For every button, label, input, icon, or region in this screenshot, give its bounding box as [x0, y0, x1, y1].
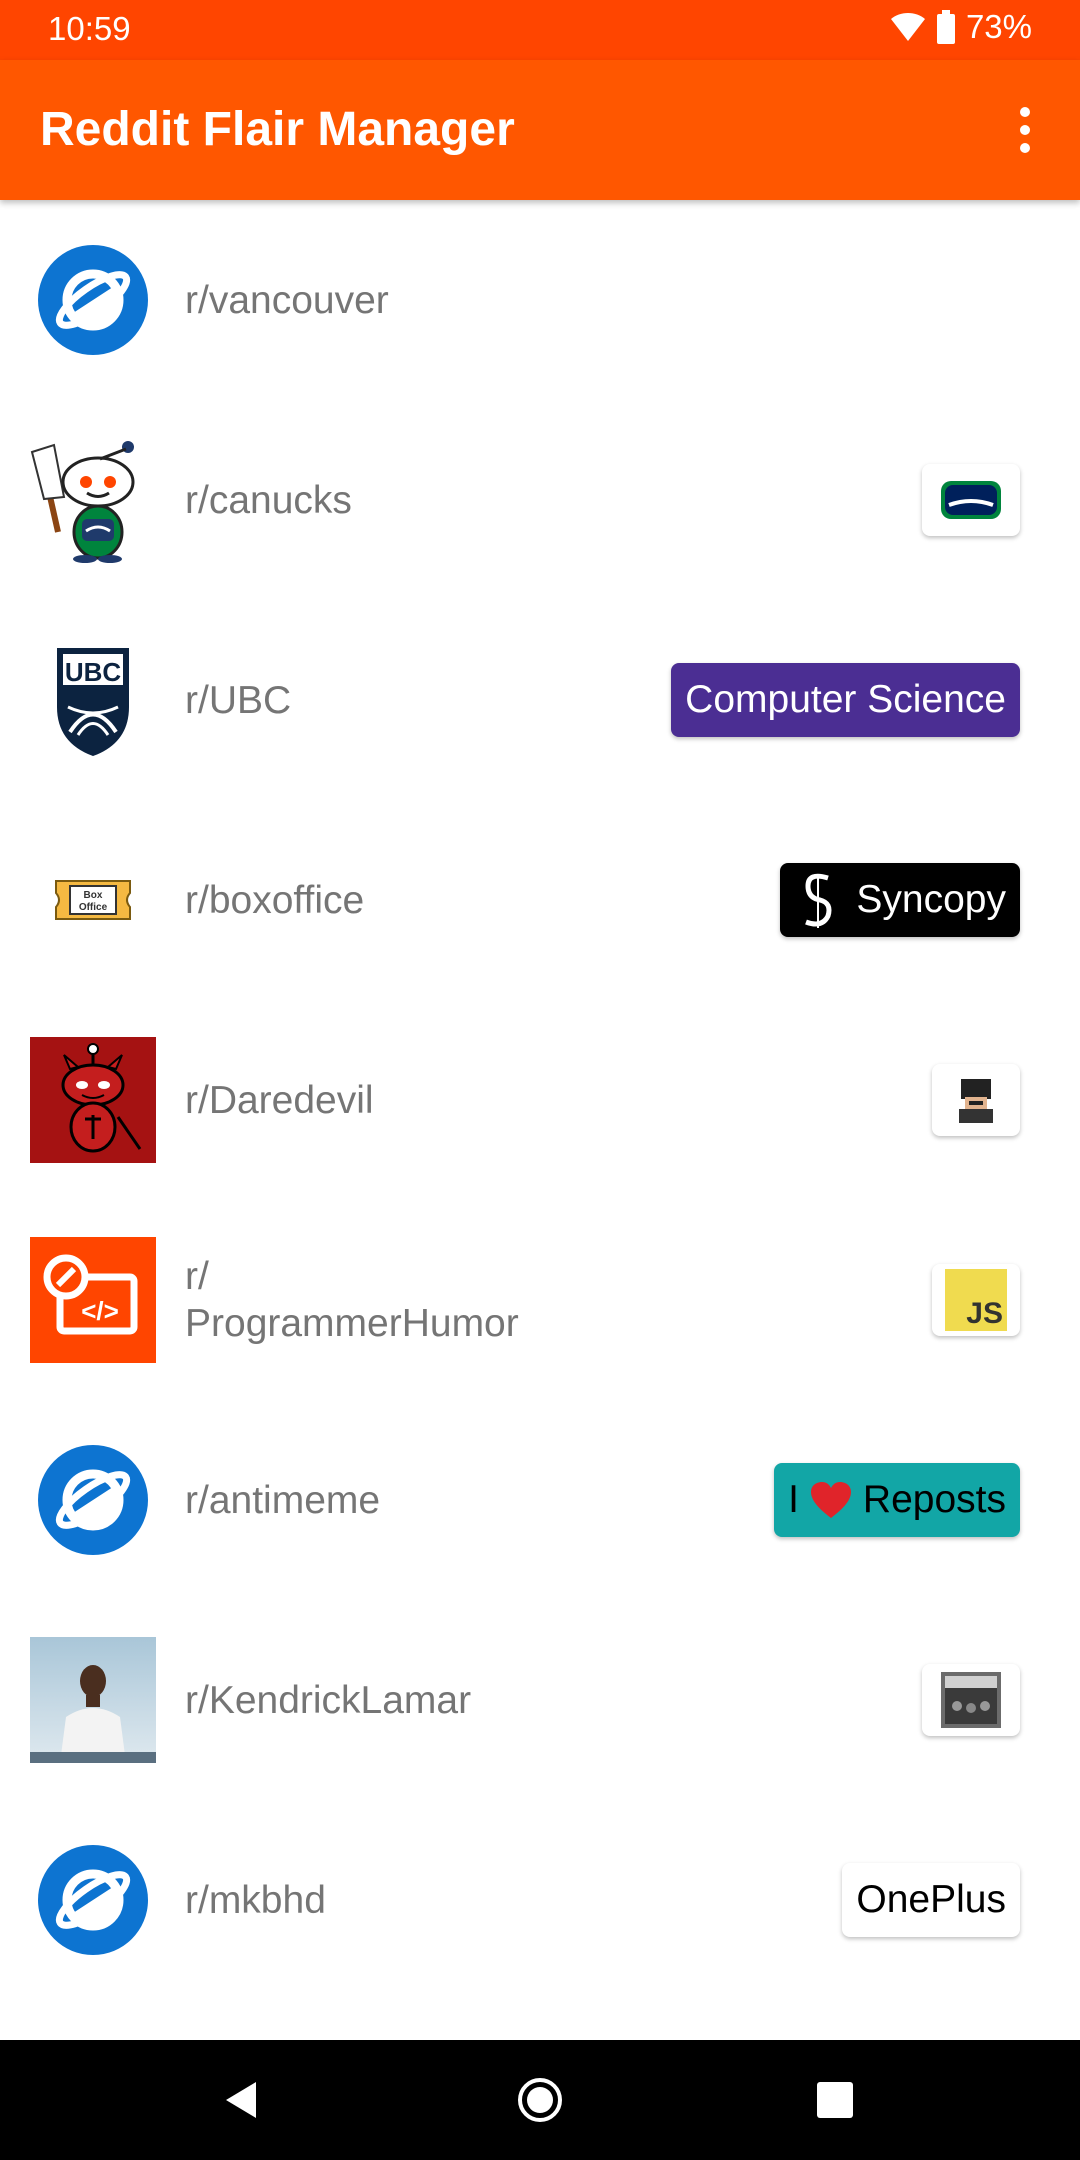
subreddit-name: r/Daredevil [185, 1078, 374, 1122]
js-logo-icon: JS [945, 1269, 1007, 1331]
subreddit-name: r/antimeme [185, 1478, 381, 1522]
syncopy-logo-icon [805, 873, 832, 928]
overflow-menu-button[interactable] [1000, 102, 1050, 158]
app-title: Reddit Flair Manager [40, 103, 515, 156]
user-flair[interactable] [922, 1664, 1020, 1736]
list-item[interactable]: r/antimeme I Reposts [0, 1400, 1080, 1600]
svg-text:Office: Office [79, 902, 108, 913]
flair-text: Computer Science [685, 678, 1006, 721]
list-item[interactable]: Box Office r/boxoffice Syncopy [0, 800, 1080, 1000]
recent-apps-icon[interactable] [805, 2070, 865, 2130]
list-item[interactable]: r/mkbhd OnePlus [0, 1800, 1080, 2000]
subreddit-name: r/vancouver [185, 278, 389, 322]
list-item[interactable]: r/canucks [0, 400, 1080, 600]
box-office-ticket-icon: Box Office [55, 880, 131, 920]
user-flair[interactable]: Computer Science [671, 663, 1020, 737]
subreddit-name: r/KendrickLamar [185, 1678, 472, 1722]
box-office-text: Box [84, 890, 103, 901]
subreddit-name: r/UBC [185, 678, 292, 722]
default-subreddit-icon [38, 245, 148, 355]
canucks-snoo-icon [30, 441, 135, 563]
subreddit-name: r/ ProgrammerHumor [185, 1255, 519, 1345]
list-item[interactable]: </> r/ ProgrammerHumor JS [0, 1200, 1080, 1400]
user-flair[interactable]: Syncopy [780, 863, 1020, 937]
programmerhumor-icon: </> [30, 1237, 156, 1363]
list-item[interactable]: r/Daredevil [0, 1000, 1080, 1200]
back-icon[interactable] [212, 2070, 272, 2130]
status-bar: 10:59 73% [0, 0, 1080, 60]
default-subreddit-icon [38, 1445, 148, 1555]
user-flair[interactable] [932, 1064, 1020, 1136]
kendricklamar-photo [30, 1637, 156, 1763]
subreddit-name: r/canucks [185, 478, 352, 522]
flair-text: Reposts [862, 1478, 1006, 1521]
canucks-logo-icon [941, 481, 1001, 519]
battery-percentage: 73% [965, 8, 1032, 45]
flair-text: OnePlus [856, 1878, 1006, 1921]
home-icon[interactable] [510, 2070, 570, 2130]
battery-icon [936, 10, 955, 44]
flair-prefix-text: I [788, 1478, 799, 1521]
default-subreddit-icon [38, 1845, 148, 1955]
list-item[interactable]: UBC r/UBC Computer Science [0, 600, 1080, 800]
subreddit-name: r/boxoffice [185, 878, 365, 922]
app-bar: Reddit Flair Manager [0, 60, 1080, 200]
list-item[interactable]: r/vancouver [0, 200, 1080, 400]
subreddit-name: r/mkbhd [185, 1878, 326, 1922]
status-time: 10:59 [48, 10, 131, 47]
user-flair[interactable]: JS [932, 1264, 1020, 1336]
user-flair[interactable] [922, 464, 1020, 536]
ubc-crest-icon: UBC [57, 648, 129, 757]
user-flair[interactable]: I Reposts [774, 1463, 1020, 1537]
daredevil-snoo-icon [30, 1037, 156, 1163]
pixel-character-icon [959, 1079, 993, 1123]
list-item[interactable]: r/KendrickLamar [0, 1600, 1080, 1800]
more-vert-icon [1020, 107, 1030, 117]
status-icons: 73% [890, 8, 1032, 46]
user-flair[interactable]: OnePlus [842, 1863, 1020, 1937]
system-navigation-bar [0, 2040, 1080, 2160]
svg-text:</>: </> [81, 1296, 119, 1326]
heart-icon [810, 1482, 851, 1518]
wifi-icon [890, 13, 925, 41]
album-cover-icon [941, 1672, 1001, 1728]
flair-text: Syncopy [856, 878, 1006, 921]
ubc-crest-text: UBC [65, 657, 122, 687]
